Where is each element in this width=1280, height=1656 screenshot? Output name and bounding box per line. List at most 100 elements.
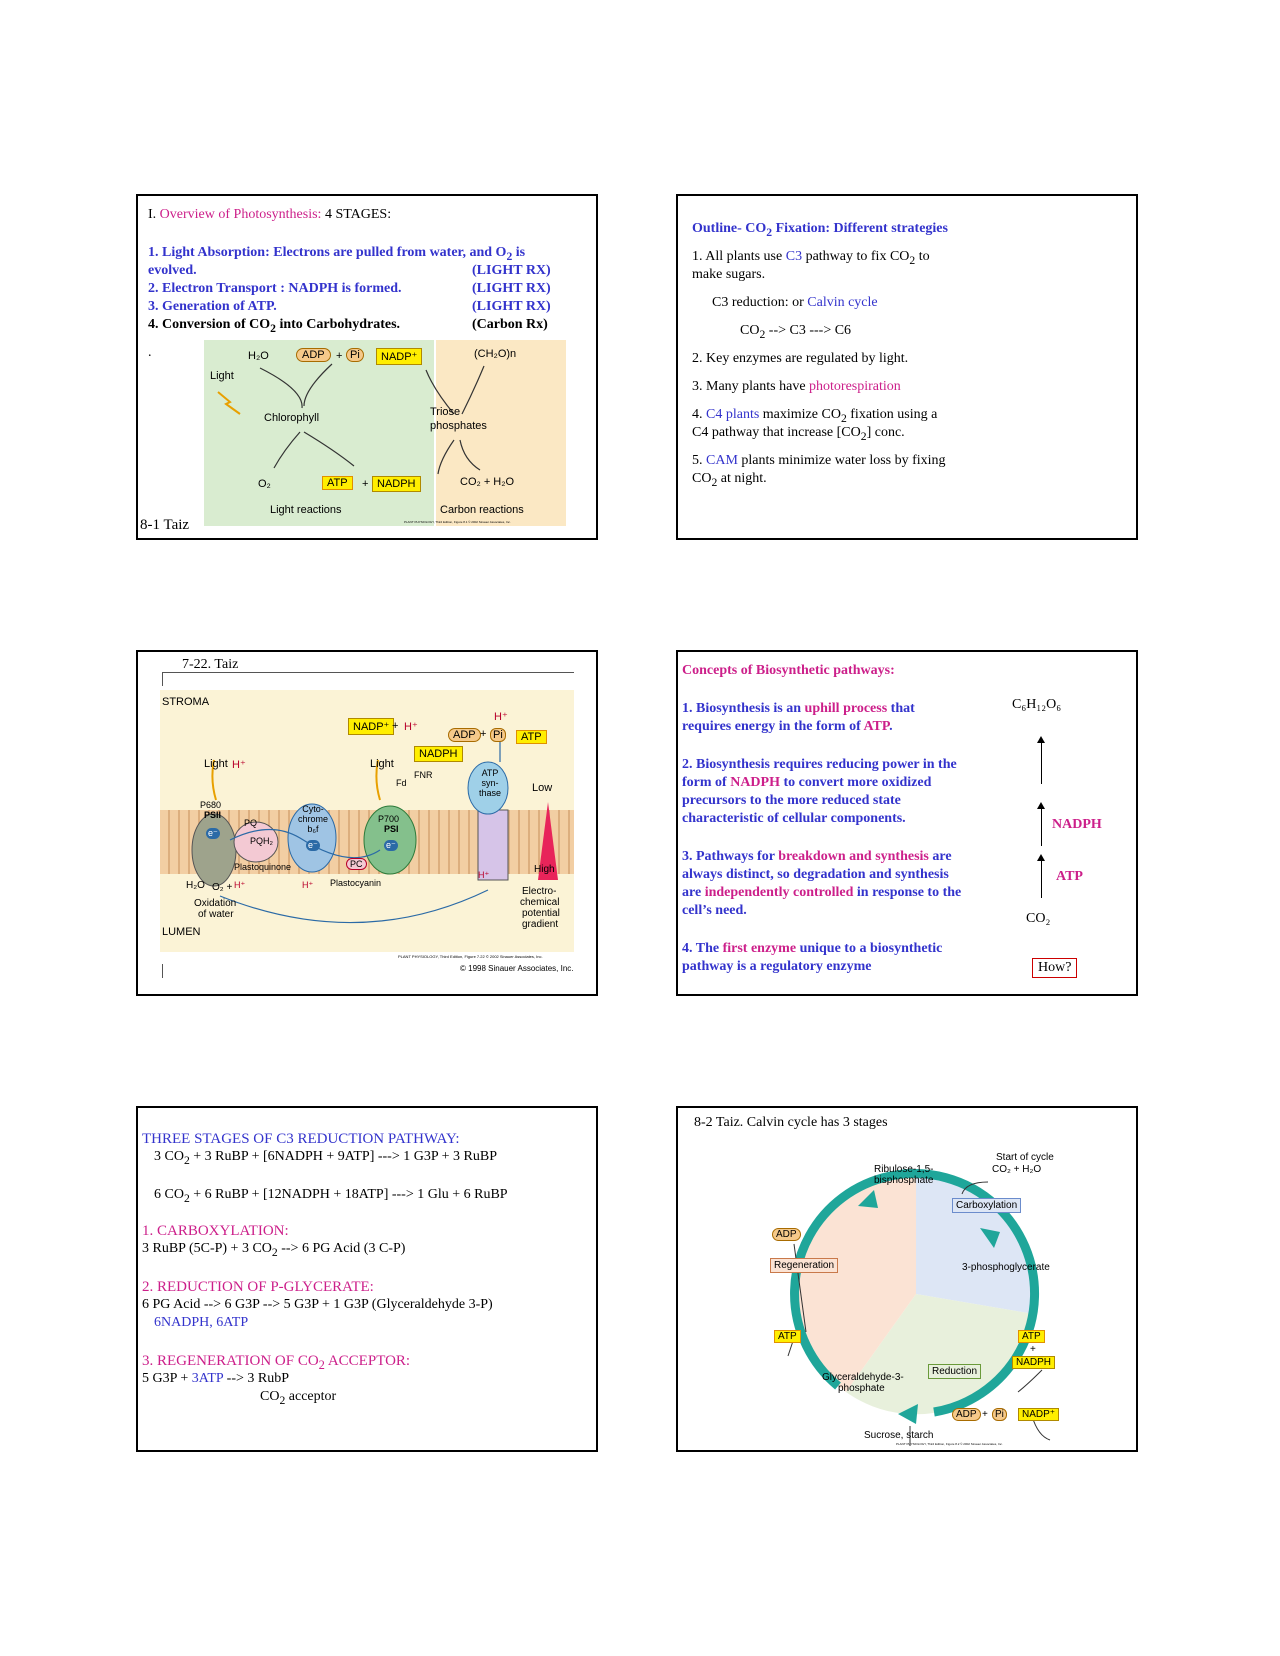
fig-of-water: of water	[198, 909, 234, 920]
slide2-title: Outline- CO2 Fixation: Different strateg…	[692, 220, 948, 242]
atp-label: ATP	[1056, 869, 1083, 884]
fig-nadp: NADP⁺	[1018, 1408, 1060, 1421]
eq1-a: 3 CO	[154, 1149, 184, 1164]
s3-b: ACCEPTOR:	[324, 1353, 411, 1369]
slide4-p1: 1. Biosynthesis is an uphill process tha…	[682, 700, 915, 718]
fig-adp: ADP	[296, 348, 331, 362]
how-box: How?	[1032, 958, 1078, 978]
slide3-credit-1: PLANT PHYSIOLOGY, Third Edition, Figure …	[398, 954, 543, 959]
slide2-p2: 2. Key enzymes are regulated by light.	[692, 351, 909, 366]
p5-cam: CAM	[706, 453, 738, 468]
fig-low: Low	[532, 782, 553, 794]
fig-lumen: LUMEN	[162, 926, 201, 938]
fig-nadph: NADPH	[414, 746, 463, 762]
atp-text: ATP	[327, 477, 348, 489]
arrow-up-3	[1041, 858, 1042, 898]
slide5-s2: 2. REDUCTION OF P-GLYCERATE:	[142, 1279, 374, 1295]
p1-line2-a: requires energy in the form of	[682, 719, 864, 734]
slide2-p3: 3. Many plants have photorespiration	[692, 378, 901, 396]
fig-e-1: e⁻	[206, 828, 220, 839]
c3-a: C3 reduction: or	[712, 295, 808, 310]
p3-line3-a: are	[682, 885, 705, 900]
fig-plus-2: +	[982, 1409, 988, 1420]
sun-ray	[217, 391, 241, 415]
p2-line2-b: NADPH	[730, 775, 780, 790]
p4-b: first enzyme	[722, 941, 797, 956]
eq-a: CO	[740, 323, 760, 338]
fig-carbon-reactions: Carbon reactions	[440, 504, 524, 516]
fig-psii: PSII	[204, 810, 222, 820]
p4-line2-b: ] conc.	[866, 425, 905, 440]
p5-a: 5.	[692, 453, 706, 468]
p4-a: 4. The	[682, 941, 723, 956]
co2-arrow	[459, 439, 481, 471]
p2-line2-a: form of	[682, 775, 731, 790]
slide4-p2-line2: form of NADPH to convert more oxidized	[682, 774, 931, 792]
p1-a: 1. Biosynthesis is an	[682, 701, 805, 716]
fig-pi: Pi	[992, 1408, 1007, 1421]
slide1-caption: 8-1 Taiz	[140, 517, 190, 533]
h2o-arrow	[259, 367, 303, 409]
fig-credit: PLANT PHYSIOLOGY, Third Edition, Figure …	[896, 1442, 1003, 1446]
fig-plus-a: +	[392, 720, 399, 732]
fig-stroma: STROMA	[162, 696, 210, 708]
p1-b: pathway to fix CO	[802, 249, 910, 264]
p1-line2-b: ATP	[863, 719, 890, 734]
p4-line2-a: C4 pathway that increase [CO	[692, 425, 861, 440]
slide1-line4: 3. Generation of ATP.	[148, 299, 277, 314]
adp-text: ADP	[302, 349, 325, 361]
eq1-b: + 3 RuBP + [6NADPH + 9ATP] ---> 1 G3P + …	[189, 1149, 497, 1164]
fig-nadph: NADPH	[1012, 1356, 1056, 1369]
s3-note-b: acceptor	[285, 1389, 337, 1404]
c3-calvin: Calvin cycle	[807, 295, 878, 310]
ch2o-arrow	[461, 365, 485, 415]
fig-h2o: H₂O	[248, 350, 269, 362]
cycle-arrow	[437, 439, 455, 475]
fig-pi: Pi	[490, 728, 506, 742]
fig-credit: PLANT PHYSIOLOGY, Third Edition, Figure …	[404, 520, 511, 524]
s3-a: 3. REGENERATION OF CO	[142, 1353, 319, 1369]
s1-eq-a: 3 RuBP (5C-P) + 3 CO	[142, 1241, 272, 1256]
slide5-s3-note: CO2 acceptor	[260, 1388, 336, 1410]
slide1-line4-tag: (LIGHT RX)	[472, 299, 551, 314]
fig-light-a: Light	[204, 758, 228, 770]
title-suffix: 4 STAGES:	[321, 207, 392, 222]
p5-line2-b: at night.	[717, 471, 767, 486]
slide2-eq: CO2 --> C3 ---> C6	[740, 322, 851, 344]
fig-psi: PSI	[384, 824, 399, 834]
fig-g3p-2: phosphate	[838, 1383, 885, 1394]
p5-line2-a: CO	[692, 471, 712, 486]
fig-plus: +	[1030, 1344, 1036, 1355]
fig-nadph: NADPH	[372, 476, 421, 492]
slide5-s1-eq: 3 RuBP (5C-P) + 3 CO2 --> 6 PG Acid (3 C…	[142, 1240, 405, 1262]
glucose-label: C₆H₁₂O₆	[1012, 697, 1062, 712]
fig-h-top: H⁺	[494, 711, 508, 723]
fig-electro-4: gradient	[522, 919, 559, 930]
proton-path	[219, 889, 489, 924]
slide4-p3-line2: always distinct, so degradation and synt…	[682, 867, 949, 882]
fig-carboxylation: Carboxylation	[952, 1198, 1022, 1213]
fig-electro-1: Electro-	[522, 886, 557, 897]
p4-c: fixation using a	[846, 407, 938, 422]
slide2-p5: 5. CAM plants minimize water loss by fix…	[692, 452, 946, 470]
fig-light: Light	[210, 370, 234, 382]
s3-eq-b: --> 3 RubP	[223, 1371, 290, 1386]
s3-note-a: CO	[260, 1389, 280, 1404]
slide1-title: I. Overview of Photosynthesis: 4 STAGES:	[148, 206, 391, 224]
fig-plus: +	[336, 350, 343, 362]
slide-6: 8-2 Taiz. Calvin cycle has 3 stages Ribu…	[676, 1106, 1138, 1452]
arrow-up-3-head	[1037, 854, 1045, 861]
arrow-up-2-head	[1037, 802, 1045, 809]
arrow-up-1	[1041, 740, 1042, 784]
slide-3: 7-22. Taiz STROMA LUMEN NADP⁺ + H⁺ ADP +…	[136, 650, 598, 996]
fig-plus-b: +	[480, 728, 487, 740]
slide4-p3-line3: are independently controlled in response…	[682, 884, 961, 902]
title-prefix: I.	[148, 207, 160, 222]
slide4-p2-line4: characteristic of cellular components.	[682, 811, 906, 826]
fig-rubp-2: bisphosphate	[874, 1175, 934, 1186]
adp-arrow	[303, 363, 333, 407]
fig-adp: ADP	[448, 728, 481, 742]
slide2-c3: C3 reduction: or Calvin cycle	[712, 294, 878, 312]
fig-reduction: Reduction	[928, 1364, 982, 1379]
slide2-p5-line2: CO2 at night.	[692, 470, 767, 492]
